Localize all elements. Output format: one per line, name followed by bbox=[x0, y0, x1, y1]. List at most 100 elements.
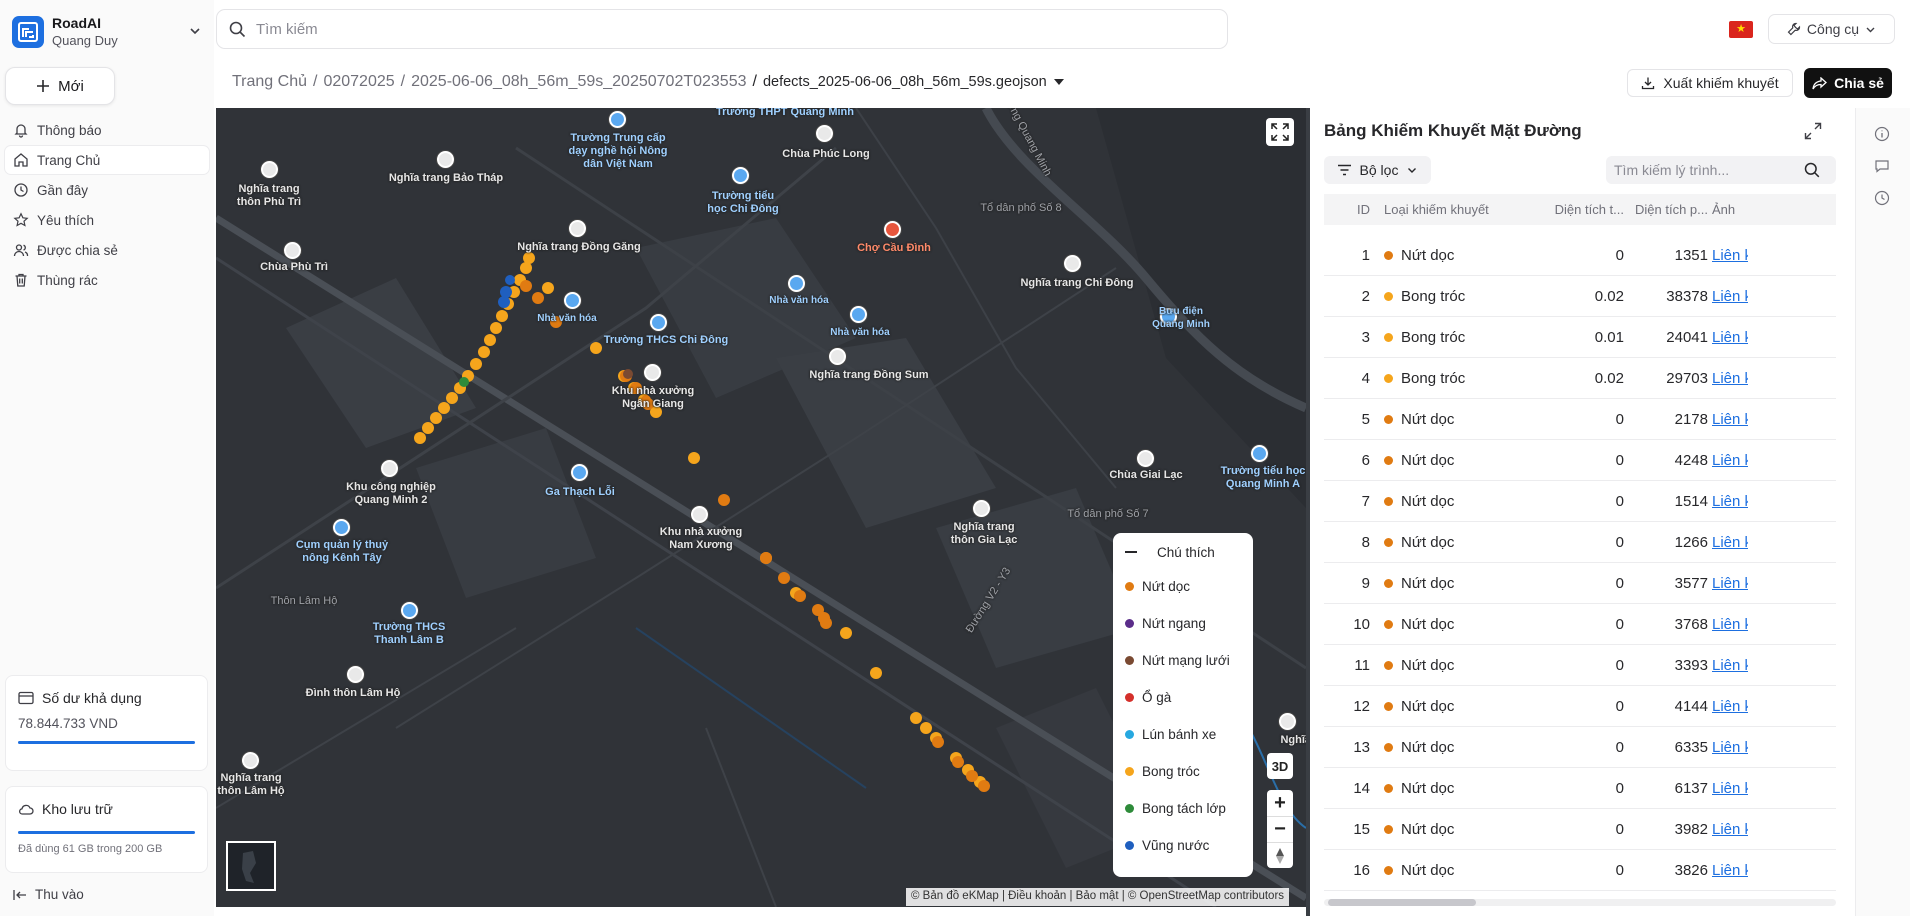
place-factory-icon[interactable] bbox=[691, 506, 708, 523]
export-defects-button[interactable]: Xuất khiếm khuyết bbox=[1627, 69, 1793, 97]
workspace-switcher[interactable]: RoadAI Quang Duy bbox=[12, 12, 202, 52]
chainage-search-input[interactable] bbox=[1614, 162, 1804, 178]
sidebar-item-trash[interactable]: Thùng rác bbox=[5, 266, 209, 294]
place-temple-icon[interactable] bbox=[1137, 450, 1154, 467]
place-cemetery-icon[interactable] bbox=[1279, 713, 1296, 730]
new-button[interactable]: Mới bbox=[5, 67, 115, 105]
column-header-type[interactable]: Loại khiếm khuyết bbox=[1384, 194, 1524, 225]
storage-card[interactable]: Kho lưu trữ Đã dùng 61 GB trong 200 GB bbox=[5, 786, 208, 873]
column-header-image[interactable]: Ảnh bbox=[1712, 194, 1748, 225]
image-link[interactable]: Liên kết bbox=[1712, 358, 1748, 399]
image-link[interactable]: Liên kết bbox=[1712, 235, 1748, 276]
3d-toggle-button[interactable]: 3D bbox=[1267, 753, 1293, 779]
breadcrumb-item[interactable]: Trang Chủ bbox=[232, 73, 307, 91]
table-row[interactable]: 9 Nứt dọc 0 3577Liên kết bbox=[1324, 563, 1836, 604]
column-header-area-b[interactable]: Diện tích p... bbox=[1624, 194, 1708, 225]
place-office-icon[interactable] bbox=[333, 519, 350, 536]
expand-panel-icon[interactable] bbox=[1804, 122, 1822, 140]
breadcrumb-current[interactable]: defects_2025-06-06_08h_56m_59s.geojson bbox=[763, 74, 1047, 90]
sidebar-item-favorites[interactable]: Yêu thích bbox=[5, 206, 209, 234]
place-cemetery-icon[interactable] bbox=[437, 151, 454, 168]
comment-icon[interactable] bbox=[1874, 158, 1890, 174]
table-row[interactable]: 7 Nứt dọc 0 1514Liên kết bbox=[1324, 481, 1836, 522]
place-cemetery-icon[interactable] bbox=[569, 220, 586, 237]
image-link[interactable]: Liên kết bbox=[1712, 850, 1748, 891]
table-row[interactable]: 4 Bong tróc 0.02 29703Liên kết bbox=[1324, 358, 1836, 399]
place-school-icon[interactable] bbox=[401, 602, 418, 619]
table-row[interactable]: 13 Nứt dọc 0 6335Liên kết bbox=[1324, 727, 1836, 768]
table-row[interactable]: 8 Nứt dọc 0 1266Liên kết bbox=[1324, 522, 1836, 563]
image-link[interactable]: Liên kết bbox=[1712, 686, 1748, 727]
place-shrine-icon[interactable] bbox=[347, 666, 364, 683]
sidebar-item-notifications[interactable]: Thông báo bbox=[5, 116, 209, 144]
table-row[interactable]: 5 Nứt dọc 0 2178Liên kết bbox=[1324, 399, 1836, 440]
fullscreen-button[interactable] bbox=[1266, 118, 1294, 146]
sidebar-item-home[interactable]: Trang Chủ bbox=[5, 146, 209, 174]
info-icon[interactable] bbox=[1874, 126, 1890, 142]
place-factory-icon[interactable] bbox=[644, 364, 661, 381]
minimap-thumbnail[interactable] bbox=[226, 841, 276, 891]
compass-button[interactable] bbox=[1267, 842, 1293, 868]
image-link[interactable]: Liên kết bbox=[1712, 604, 1748, 645]
place-school-icon[interactable] bbox=[650, 314, 667, 331]
table-row[interactable]: 10 Nứt dọc 0 3768Liên kết bbox=[1324, 604, 1836, 645]
scrollbar-thumb[interactable] bbox=[1328, 899, 1476, 906]
place-cemetery-icon[interactable] bbox=[242, 752, 259, 769]
column-header-area-a[interactable]: Diện tích t... bbox=[1534, 194, 1624, 225]
zoom-in-button[interactable]: + bbox=[1267, 790, 1293, 816]
history-icon[interactable] bbox=[1874, 190, 1890, 206]
global-search[interactable] bbox=[216, 9, 1228, 49]
tools-menu-button[interactable]: Công cụ bbox=[1768, 14, 1895, 44]
place-school-icon[interactable] bbox=[609, 111, 626, 128]
collapse-legend-icon[interactable] bbox=[1125, 551, 1137, 553]
image-link[interactable]: Liên kết bbox=[1712, 317, 1748, 358]
balance-card[interactable]: Số dư khả dụng 78.844.733 VND bbox=[5, 675, 208, 771]
place-temple-icon[interactable] bbox=[816, 125, 833, 142]
image-link[interactable]: Liên kết bbox=[1712, 276, 1748, 317]
place-community-icon[interactable] bbox=[564, 292, 581, 309]
table-row[interactable]: 1 Nứt dọc 0 1351Liên kết bbox=[1324, 235, 1836, 276]
filter-button[interactable]: Bộ lọc bbox=[1324, 156, 1431, 184]
place-cemetery-icon[interactable] bbox=[973, 500, 990, 517]
image-link[interactable]: Liên kết bbox=[1712, 768, 1748, 809]
horizontal-scrollbar[interactable] bbox=[1324, 899, 1836, 906]
table-row[interactable]: 3 Bong tróc 0.01 24041Liên kết bbox=[1324, 317, 1836, 358]
sidebar-item-shared[interactable]: Được chia sẻ bbox=[5, 236, 209, 264]
image-link[interactable]: Liên kết bbox=[1712, 481, 1748, 522]
image-link[interactable]: Liên kết bbox=[1712, 809, 1748, 850]
language-flag-icon[interactable]: ★ bbox=[1729, 21, 1753, 38]
place-station-icon[interactable] bbox=[571, 464, 588, 481]
place-factory-icon[interactable] bbox=[381, 460, 398, 477]
image-link[interactable]: Liên kết bbox=[1712, 645, 1748, 686]
image-link[interactable]: Liên kết bbox=[1712, 440, 1748, 481]
column-header-id[interactable]: ID bbox=[1324, 194, 1370, 225]
table-row[interactable]: 14 Nứt dọc 0 6137Liên kết bbox=[1324, 768, 1836, 809]
table-row[interactable]: 2 Bong tróc 0.02 38378Liên kết bbox=[1324, 276, 1836, 317]
table-row[interactable]: 15 Nứt dọc 0 3982Liên kết bbox=[1324, 809, 1836, 850]
place-community-icon[interactable] bbox=[788, 275, 805, 292]
sidebar-item-recent[interactable]: Gần đây bbox=[5, 176, 209, 204]
place-school-icon[interactable] bbox=[732, 167, 749, 184]
zoom-out-button[interactable]: − bbox=[1267, 816, 1293, 842]
collapse-sidebar-button[interactable]: Thu vào bbox=[13, 887, 84, 902]
search-input[interactable] bbox=[256, 20, 1156, 38]
place-community-icon[interactable] bbox=[850, 306, 867, 323]
share-button[interactable]: Chia sẻ bbox=[1804, 68, 1892, 98]
place-cemetery-icon[interactable] bbox=[1064, 255, 1081, 272]
table-row[interactable]: 12 Nứt dọc 0 4144Liên kết bbox=[1324, 686, 1836, 727]
place-temple-icon[interactable] bbox=[284, 242, 301, 259]
table-row[interactable]: 16 Nứt dọc 0 3826Liên kết bbox=[1324, 850, 1836, 891]
map-attribution[interactable]: © Bản đồ eKMap | Điều khoản | Bảo mật | … bbox=[906, 888, 1290, 906]
breadcrumb-item[interactable]: 2025-06-06_08h_56m_59s_20250702T023553 bbox=[411, 73, 746, 91]
image-link[interactable]: Liên kết bbox=[1712, 399, 1748, 440]
table-row[interactable]: 11 Nứt dọc 0 3393Liên kết bbox=[1324, 645, 1836, 686]
place-cemetery-icon[interactable] bbox=[829, 348, 846, 365]
place-market-icon[interactable] bbox=[884, 221, 901, 238]
place-cemetery-icon[interactable] bbox=[261, 161, 278, 178]
image-link[interactable]: Liên kết bbox=[1712, 563, 1748, 604]
chainage-search[interactable] bbox=[1606, 156, 1836, 184]
table-row[interactable]: 6 Nứt dọc 0 4248Liên kết bbox=[1324, 440, 1836, 481]
image-link[interactable]: Liên kết bbox=[1712, 727, 1748, 768]
place-school-icon[interactable] bbox=[1251, 445, 1268, 462]
image-link[interactable]: Liên kết bbox=[1712, 522, 1748, 563]
